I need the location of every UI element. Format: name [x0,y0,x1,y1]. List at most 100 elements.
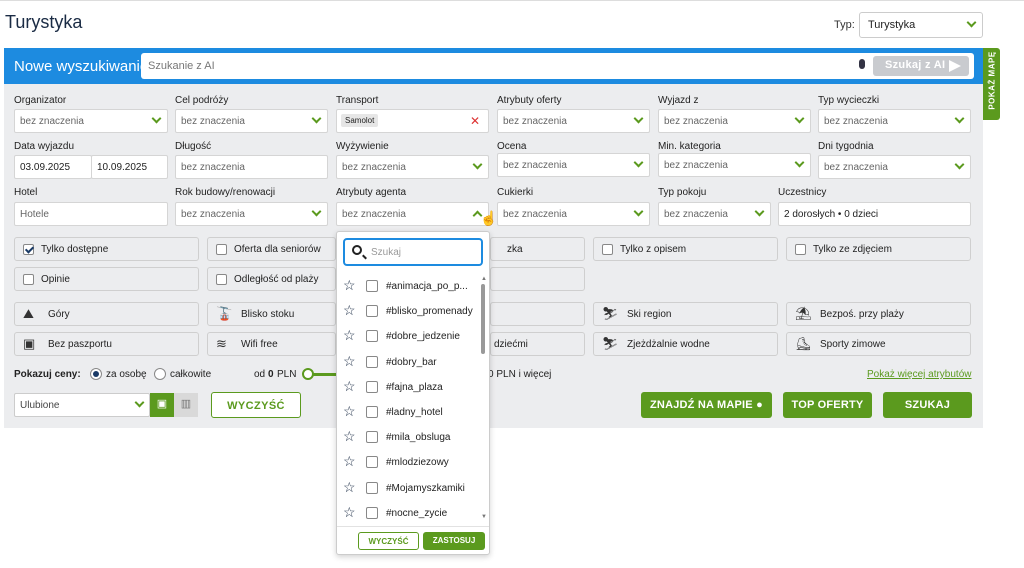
skier-icon: ⛷ [602,306,619,321]
star-icon[interactable]: ☆ [343,504,356,521]
dropdown-item[interactable]: ☆ #fajna_plaza [337,375,477,400]
seniors-checkbox[interactable]: Oferta dla seniorów [207,237,336,261]
favorites-value: Ulubione [20,400,60,411]
offer-attrs-label: Atrybuty oferty [497,95,562,106]
checkbox-icon[interactable] [366,481,378,494]
reviews-checkbox[interactable]: Opinie [14,267,199,291]
room-type-select[interactable]: bez znaczenia [658,202,771,226]
delete-favorite-button[interactable]: ▥ [174,393,198,417]
price-from-currency: PLN [277,369,297,380]
trip-type-select[interactable]: bez znaczenia [818,109,971,133]
dropdown-scrollbar[interactable] [481,284,485,354]
dropdown-item[interactable]: ☆ #mila_obsluga [337,425,477,450]
with-photo-checkbox[interactable]: Tylko ze zdjęciem [786,237,971,261]
transport-select[interactable]: Samolot ✕ [336,109,489,133]
clear-icon[interactable]: ✕ [470,114,480,128]
build-year-select[interactable]: bez znaczenia [175,202,328,226]
dropdown-item[interactable]: ☆ #dobry_bar [337,350,477,375]
wifi-attribute[interactable]: ≋ Wifi free [207,332,336,356]
scroll-up-icon[interactable]: ▲ [481,276,487,282]
dropdown-search-input[interactable]: Szukaj [343,238,483,266]
type-select[interactable]: Turystyka [859,12,983,38]
price-slider-handle[interactable] [302,368,314,380]
checkbox-icon[interactable] [366,305,378,318]
only-available-checkbox[interactable]: Tylko dostępne [14,237,199,261]
seniors-label: Oferta dla seniorów [234,244,321,255]
beach-distance-checkbox[interactable]: Odległość od plaży [207,267,336,291]
checkbox-icon[interactable] [366,456,378,469]
checkbox-icon[interactable] [366,330,378,343]
favorites-select[interactable]: Ulubione [14,393,150,417]
destination-select[interactable]: bez znaczenia [175,109,328,133]
search-button[interactable]: SZUKAJ [883,392,972,418]
checkbox-icon[interactable] [366,506,378,519]
destination-value: bez znaczenia [181,116,245,127]
min-category-select[interactable]: bez znaczenia [658,153,811,177]
sweets-select[interactable]: bez znaczenia [497,202,650,226]
children-attribute[interactable]: dziećmi [490,332,585,356]
rating-select[interactable]: bez znaczenia [497,153,650,177]
checkbox-icon[interactable] [366,355,378,368]
ai-search-input[interactable]: Szukanie z AI [141,53,974,79]
departure-select[interactable]: bez znaczenia [658,109,811,133]
organizer-select[interactable]: bez znaczenia [14,109,168,133]
star-icon[interactable]: ☆ [343,453,356,470]
beach-direct-attribute[interactable]: ⛱ Bezpoś. przy plaży [786,302,971,326]
winter-sports-attribute[interactable]: ⛸ Sporty zimowe [786,332,971,356]
star-icon[interactable]: ☆ [343,327,356,344]
chevron-down-icon [134,397,145,408]
clear-button[interactable]: WYCZYŚĆ [211,392,301,418]
star-icon[interactable]: ☆ [343,353,356,370]
hotel-input[interactable]: Hotele [14,202,168,226]
near-slope-attribute[interactable]: 🚡 Blisko stoku [207,302,336,326]
dropdown-apply-button[interactable]: ZASTOSUJ [423,532,485,550]
no-passport-attribute[interactable]: ▣ Bez paszportu [14,332,199,356]
total-radio[interactable] [154,368,166,380]
checkbox-icon[interactable] [366,406,378,418]
star-icon[interactable]: ☆ [343,277,356,294]
checkbox-icon[interactable] [366,431,378,444]
more-attributes-link[interactable]: Pokaż więcej atrybutów [867,369,972,380]
star-icon[interactable]: ☆ [343,428,356,445]
dropdown-item[interactable]: ☆ #nocne_zycie [337,501,477,526]
save-favorite-button[interactable]: ▣ [150,393,174,417]
agent-attrs-select[interactable]: bez znaczenia [336,202,489,226]
show-map-tab[interactable]: POKAŻ MAPĘ [983,48,1000,120]
checkbox-icon[interactable] [366,280,378,292]
participants-input[interactable]: 2 dorosłych • 0 dzieci [778,202,971,226]
board-select[interactable]: bez znaczenia [336,155,489,179]
total-label: całkowite [170,369,212,380]
date-to-input[interactable]: 10.09.2025 [91,155,168,179]
star-icon[interactable]: ☆ [343,302,356,319]
agent-attrs-label: Atrybuty agenta [336,187,407,198]
star-icon[interactable]: ☆ [343,403,356,420]
weekdays-select[interactable]: bez znaczenia [818,155,971,179]
offer-attrs-select[interactable]: bez znaczenia [497,109,650,133]
top-offers-button[interactable]: TOP OFERTY [783,392,872,418]
water-slides-attribute[interactable]: ⛷ Zjeżdżalnie wodne [593,332,778,356]
star-icon[interactable]: ☆ [343,479,356,496]
length-input[interactable]: bez znaczenia [175,155,328,179]
per-person-radio[interactable] [90,368,102,380]
microphone-icon[interactable] [859,59,865,69]
chevron-down-icon [954,113,965,124]
dropdown-clear-button[interactable]: WYCZYŚĆ [358,532,419,550]
dropdown-item[interactable]: ☆ #blisko_promenady [337,299,477,324]
ai-search-button[interactable]: Szukaj z AI [873,56,969,76]
dropdown-item-label: #dobre_jedzenie [386,331,460,343]
dropdown-item[interactable]: ☆ #dobre_jedzenie [337,324,477,349]
star-icon[interactable]: ☆ [343,378,356,395]
mountains-attribute[interactable]: ⛰ Góry [14,302,199,326]
dropdown-item[interactable]: ☆ #animacja_po_p... [337,274,477,299]
ski-region-attribute[interactable]: ⛷ Ski region [593,302,778,326]
price-to-label: 0 PLN i więcej [488,369,552,380]
date-from-input[interactable]: 03.09.2025 [14,155,92,179]
checkbox-icon[interactable] [366,380,378,393]
scroll-down-icon[interactable]: ▼ [481,514,487,520]
dropdown-item[interactable]: ☆ #mlodziezowy [337,450,477,475]
find-on-map-button[interactable]: ZNAJDŹ NA MAPIE ● [641,392,772,418]
with-description-checkbox[interactable]: Tylko z opisem [593,237,778,261]
dropdown-item[interactable]: ☆ #ladny_hotel [337,400,477,425]
partial-checkbox[interactable]: zka [490,237,585,261]
dropdown-item[interactable]: ☆ #Mojamyszkamiki [337,476,477,501]
